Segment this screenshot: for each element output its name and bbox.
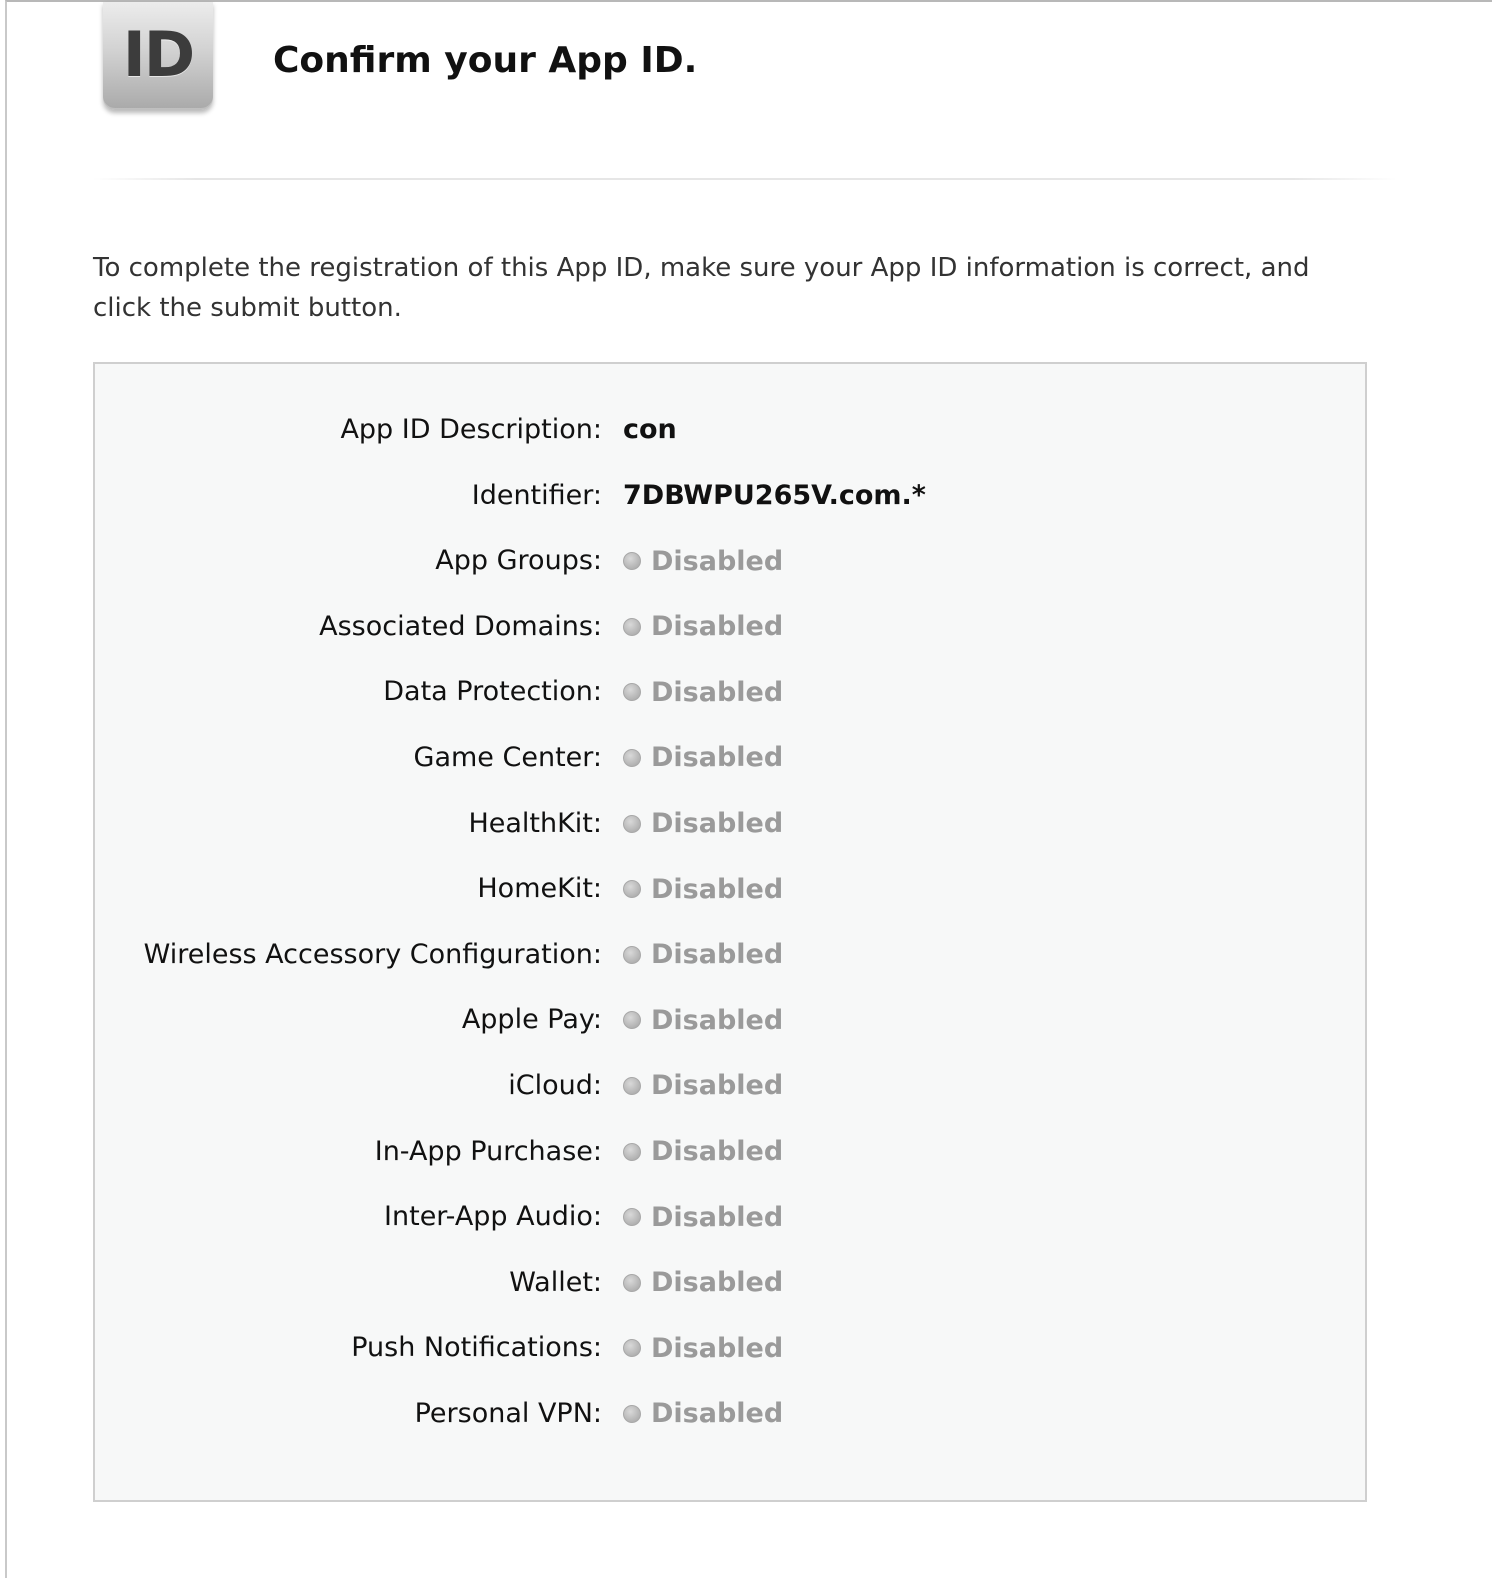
status-dot-icon	[623, 748, 641, 767]
capability-status: Disabled	[623, 1396, 783, 1432]
capability-status-text: Disabled	[651, 1201, 784, 1233]
description-value: con	[623, 414, 677, 445]
status-dot-icon	[623, 1404, 641, 1423]
capability-status: Disabled	[623, 1265, 783, 1301]
capability-status: Disabled	[623, 806, 783, 842]
capability-label: App Groups:	[435, 545, 602, 577]
capability-status: Disabled	[623, 1002, 783, 1038]
status-dot-icon	[623, 1339, 641, 1358]
capability-label: Personal VPN:	[414, 1397, 602, 1429]
identifier-row: Identifier: 7DBWPU265V.com.*	[95, 478, 1365, 544]
status-dot-icon	[623, 1208, 641, 1227]
capability-row-in-app-purchase: In-App Purchase: Disabled	[95, 1134, 1365, 1200]
capability-status-text: Disabled	[651, 676, 784, 708]
capability-label: Data Protection:	[383, 676, 602, 708]
status-dot-icon	[623, 814, 641, 833]
capability-row-wireless-accessory-configuration: Wireless Accessory Configuration: Disabl…	[95, 937, 1365, 1003]
description-label: App ID Description:	[340, 414, 602, 445]
status-dot-icon	[623, 1273, 641, 1292]
capability-label: HealthKit:	[468, 807, 602, 839]
capability-status-text: Disabled	[651, 1332, 784, 1364]
capability-row-associated-domains: Associated Domains: Disabled	[95, 609, 1365, 675]
capability-status: Disabled	[623, 871, 783, 907]
capability-status: Disabled	[623, 1330, 783, 1366]
capability-row-wallet: Wallet: Disabled	[95, 1265, 1365, 1331]
capability-label: Game Center:	[413, 741, 602, 773]
capability-row-healthkit: HealthKit: Disabled	[95, 806, 1365, 872]
capability-row-personal-vpn: Personal VPN: Disabled	[95, 1396, 1365, 1462]
status-dot-icon	[623, 1142, 641, 1161]
description-row: App ID Description: con	[95, 412, 1365, 478]
capability-label: In-App Purchase:	[374, 1135, 602, 1167]
capability-row-game-center: Game Center: Disabled	[95, 740, 1365, 806]
capability-status-text: Disabled	[651, 1136, 784, 1168]
capability-label: Associated Domains:	[319, 610, 602, 642]
capability-status: Disabled	[623, 740, 783, 776]
capability-label: Wallet:	[509, 1266, 602, 1298]
capability-row-inter-app-audio: Inter-App Audio: Disabled	[95, 1199, 1365, 1265]
status-dot-icon	[623, 945, 641, 964]
status-dot-icon	[623, 1011, 641, 1030]
capability-status-text: Disabled	[651, 545, 784, 577]
capability-row-push-notifications: Push Notifications: Disabled	[95, 1330, 1365, 1396]
capability-status-text: Disabled	[651, 1004, 784, 1036]
capability-status: Disabled	[623, 937, 783, 973]
capability-row-data-protection: Data Protection: Disabled	[95, 674, 1365, 740]
capability-status-text: Disabled	[651, 1267, 784, 1299]
capability-status-text: Disabled	[651, 1398, 784, 1430]
app-id-icon: ID	[103, 2, 213, 110]
capability-status-text: Disabled	[651, 808, 784, 840]
summary-rows: App ID Description: con Identifier: 7DBW…	[95, 412, 1365, 1462]
capability-status-text: Disabled	[651, 742, 784, 774]
capability-row-homekit: HomeKit: Disabled	[95, 871, 1365, 937]
capability-row-app-groups: App Groups: Disabled	[95, 543, 1365, 609]
intro-text: To complete the registration of this App…	[93, 253, 1310, 323]
capability-row-apple-pay: Apple Pay: Disabled	[95, 1002, 1365, 1068]
identifier-label: Identifier:	[471, 479, 602, 511]
capability-status: Disabled	[623, 543, 783, 579]
capability-status-text: Disabled	[651, 873, 784, 905]
capability-status: Disabled	[623, 609, 783, 645]
capability-status: Disabled	[623, 1199, 783, 1235]
header-divider	[93, 178, 1397, 180]
capability-label: Push Notifications:	[351, 1332, 602, 1364]
status-dot-icon	[623, 683, 641, 702]
app-id-icon-label: ID	[122, 18, 196, 91]
app-id-summary-panel: App ID Description: con Identifier: 7DBW…	[93, 362, 1367, 1502]
page-title: Confirm your App ID.	[273, 40, 698, 81]
capability-label: HomeKit:	[477, 873, 602, 905]
page-frame: ID Confirm your App ID. To complete the …	[5, 0, 1492, 1578]
capability-status: Disabled	[623, 1134, 783, 1170]
status-dot-icon	[623, 880, 641, 899]
status-dot-icon	[623, 552, 641, 571]
capability-status-text: Disabled	[651, 939, 784, 971]
status-dot-icon	[623, 617, 641, 636]
status-dot-icon	[623, 1076, 641, 1095]
capability-status-text: Disabled	[651, 1070, 784, 1102]
capability-label: Wireless Accessory Configuration:	[143, 938, 602, 970]
capability-status-text: Disabled	[651, 611, 784, 643]
identifier-value: 7DBWPU265V.com.*	[623, 479, 926, 511]
capability-status: Disabled	[623, 674, 783, 710]
capability-label: Inter-App Audio:	[384, 1201, 602, 1233]
capability-row-icloud: iCloud: Disabled	[95, 1068, 1365, 1134]
capability-status: Disabled	[623, 1068, 783, 1104]
capability-label: iCloud:	[508, 1069, 602, 1101]
capability-label: Apple Pay:	[461, 1004, 602, 1036]
